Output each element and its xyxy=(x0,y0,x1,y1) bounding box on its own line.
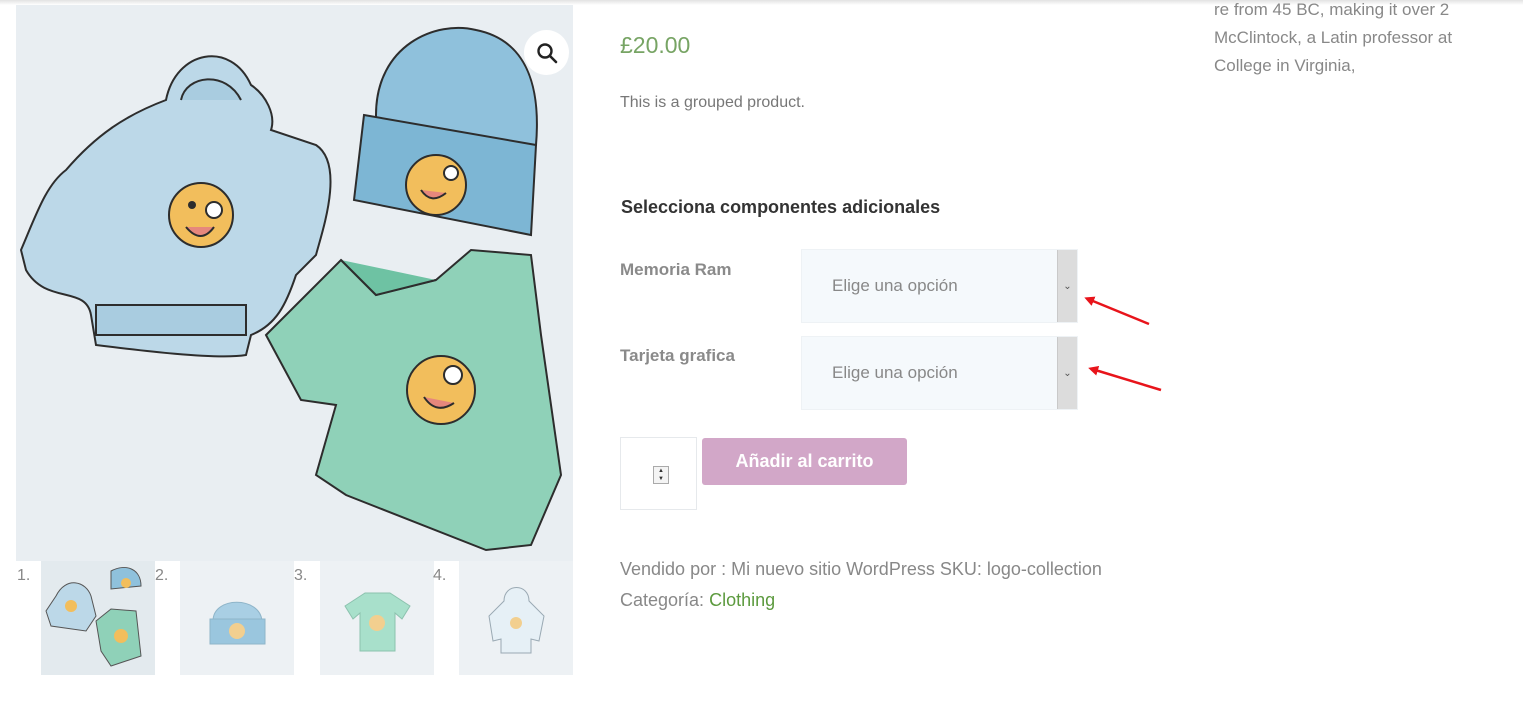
thumbnail-number: 1. xyxy=(17,567,31,584)
product-short-description: This is a grouped product. xyxy=(620,94,805,111)
annotation-arrow xyxy=(1084,296,1150,326)
magnifier-icon xyxy=(536,42,557,63)
thumbnail-image xyxy=(209,601,266,645)
product-illustration xyxy=(19,26,563,552)
product-main-image[interactable] xyxy=(16,5,573,561)
components-title: Selecciona componentes adicionales xyxy=(621,197,941,217)
add-to-cart-button[interactable]: Añadir al carrito xyxy=(702,438,907,485)
thumbnail-image xyxy=(45,567,142,667)
sidebar-text-line: McClintock, a Latin professor at xyxy=(1214,28,1453,47)
thumbnail-image xyxy=(344,592,411,652)
zoom-button[interactable] xyxy=(524,30,569,75)
sidebar-text-line: re from 45 BC, making it over 2 xyxy=(1214,0,1450,19)
thumbnail-number: 2. xyxy=(155,567,169,584)
quantity-stepper[interactable]: ▲ ▼ xyxy=(653,466,669,484)
annotation-arrow xyxy=(1088,365,1162,392)
caret-down-icon[interactable]: ▼ xyxy=(654,475,668,483)
thumbnail-number: 4. xyxy=(433,567,447,584)
thumbnail-3[interactable] xyxy=(320,561,434,675)
annotation-arrows xyxy=(1084,296,1162,392)
attribute-label-memoria-ram: Memoria Ram xyxy=(620,260,732,279)
caret-up-icon[interactable]: ▲ xyxy=(654,467,668,475)
sku-text: SKU: logo-collection xyxy=(939,559,1102,579)
thumbnail-number: 3. xyxy=(294,567,308,584)
category-link[interactable]: Clothing xyxy=(709,590,775,610)
thumbnail-1[interactable] xyxy=(41,561,155,675)
tarjeta-grafica-select[interactable]: Elige una opción ⌄ xyxy=(801,336,1078,410)
select-value: Elige una opción xyxy=(832,276,958,295)
sold-by-text: Vendido por : Mi nuevo sitio WordPress xyxy=(620,559,935,579)
attribute-label-tarjeta-grafica: Tarjeta grafica xyxy=(620,346,735,365)
thumbnail-image xyxy=(488,587,545,654)
sidebar-text-line: College in Virginia, xyxy=(1214,56,1356,75)
product-meta: Vendido por : Mi nuevo sitio WordPress S… xyxy=(620,554,1140,616)
thumbnail-2[interactable] xyxy=(180,561,294,675)
memoria-ram-select[interactable]: Elige una opción ⌄ xyxy=(801,249,1078,323)
thumbnail-4[interactable] xyxy=(459,561,573,675)
product-price: £20.00 xyxy=(620,32,691,58)
category-label: Categoría: xyxy=(620,590,705,610)
select-value: Elige una opción xyxy=(832,363,958,382)
quantity-input[interactable]: ▲ ▼ xyxy=(620,437,697,510)
sidebar-description: re from 45 BC, making it over 2 McClinto… xyxy=(1214,0,1523,100)
